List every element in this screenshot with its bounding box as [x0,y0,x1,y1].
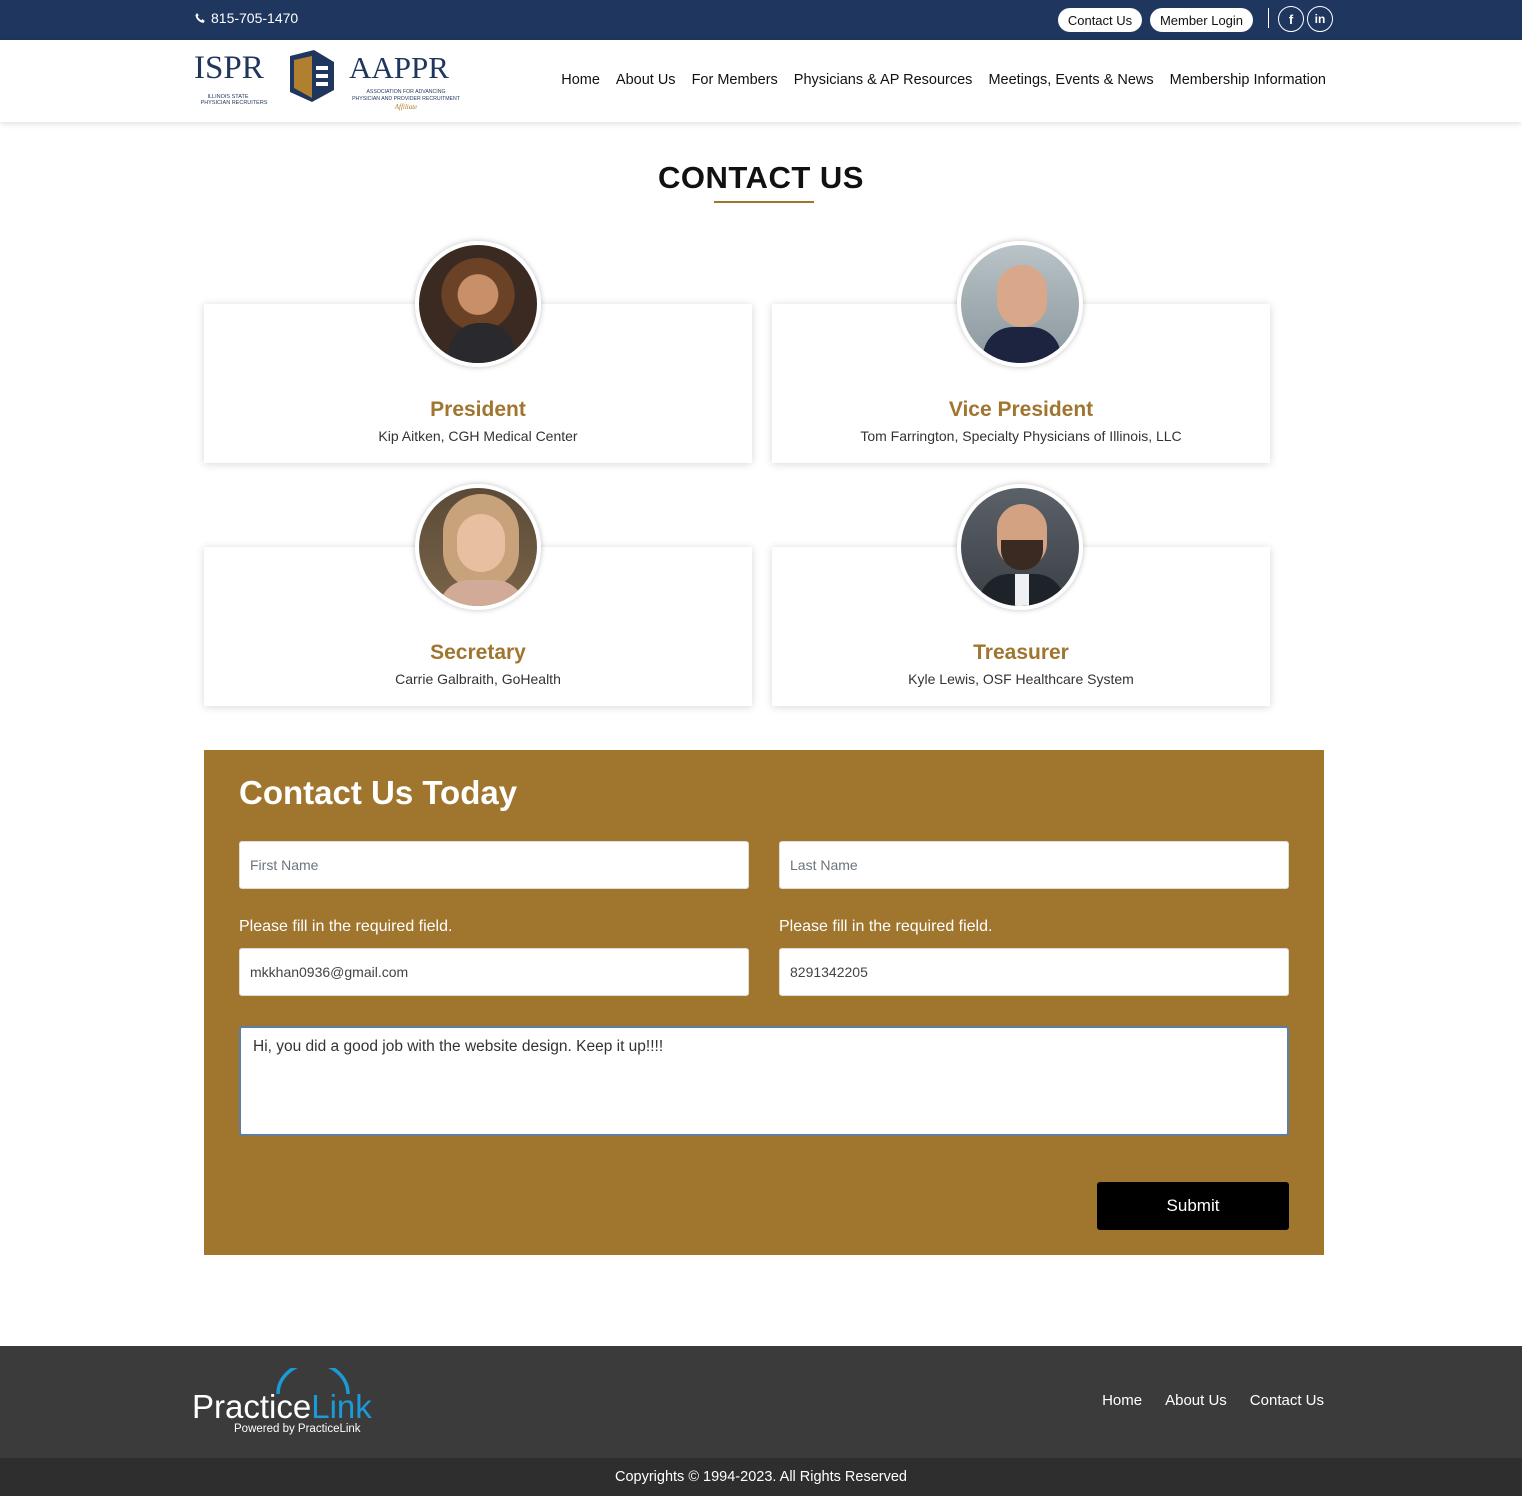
nav-home[interactable]: Home [561,72,600,88]
phone-field[interactable]: 8291342205 [779,948,1289,996]
linkedin-icon[interactable]: in [1307,6,1333,32]
email-value: mkkhan0936@gmail.com [250,964,409,980]
footer-nav: Home About Us Contact Us [1102,1392,1324,1409]
phone-number-text: 815-705-1470 [211,10,299,26]
officer-name: Kip Aitken, CGH Medical Center [378,428,578,444]
contact-us-button[interactable]: Contact Us [1058,8,1142,32]
logo-practice: PracticeLink [192,1388,372,1425]
officer-role: Vice President [948,398,1094,421]
nav-meetings-events-news[interactable]: Meetings, Events & News [988,72,1153,88]
logo-subtitle: Powered by PracticeLink [234,1423,361,1435]
footer-nav-about-us[interactable]: About Us [1165,1392,1227,1409]
nav-membership-information[interactable]: Membership Information [1170,72,1326,88]
logo-practice-part: Practice [192,1388,311,1425]
contact-form: Contact Us Today First Name Last Name Pl… [204,750,1324,1255]
nav-physicians-resources[interactable]: Physicians & AP Resources [794,72,973,88]
submit-button[interactable]: Submit [1097,1182,1289,1230]
first-name-placeholder: First Name [250,857,319,873]
first-name-field[interactable]: First Name [239,841,749,889]
avatar-treasurer [957,484,1083,610]
site-header: ISPR ILLINOIS STATE PHYSICIAN RECRUITERS… [0,40,1522,122]
officer-role: Treasurer [973,641,1069,664]
avatar-secretary [415,484,541,610]
nav-for-members[interactable]: For Members [692,72,778,88]
divider [1268,8,1269,28]
phone-value: 8291342205 [790,964,868,980]
officer-name: Tom Farrington, Specialty Physicians of … [860,428,1182,444]
main-nav: Home About Us For Members Physicians & A… [561,72,1326,88]
phone-number[interactable]: 815-705-1470 [194,10,298,26]
message-value: Hi, you did a good job with the website … [253,1038,664,1055]
page-title: CONTACT US [658,160,864,195]
logo-affiliate: Affiliate [394,103,418,111]
required-field-message: Please fill in the required field. [239,918,453,935]
practicelink-logo[interactable]: PracticeLink Powered by PracticeLink [192,1368,392,1436]
officer-name: Kyle Lewis, OSF Healthcare System [908,671,1134,687]
last-name-field[interactable]: Last Name [779,841,1289,889]
phone-icon [195,12,205,23]
top-bar: 815-705-1470 Contact Us Member Login f i… [0,0,1522,40]
message-textarea[interactable]: Hi, you did a good job with the website … [239,1026,1289,1136]
required-field-message: Please fill in the required field. [779,918,993,935]
officer-role: President [430,398,526,421]
logo-aappr-text: AAPPR [349,50,449,85]
logo-aappr-sub1: ASSOCIATION FOR ADVANCING [366,89,445,95]
logo-aappr-sub2: PHYSICIAN AND PROVIDER RECRUITMENT [352,96,461,102]
form-title: Contact Us Today [239,774,518,811]
title-underline [714,201,814,203]
footer-nav-contact-us[interactable]: Contact Us [1250,1392,1324,1409]
logo-ispr-sub2: PHYSICIAN RECRUITERS [201,100,268,106]
logo-emblem-stripe [316,82,328,86]
logo-ispr-text: ISPR [194,50,264,86]
logo-emblem-stripe [316,66,328,70]
last-name-placeholder: Last Name [790,857,858,873]
avatar-president [415,241,541,367]
avatar-vice-president [957,241,1083,367]
facebook-icon[interactable]: f [1278,6,1304,32]
officer-role: Secretary [430,641,526,664]
site-footer: PracticeLink Powered by PracticeLink Hom… [0,1346,1522,1458]
officer-name: Carrie Galbraith, GoHealth [395,671,561,687]
nav-about-us[interactable]: About Us [616,72,676,88]
ispr-aappr-logo[interactable]: ISPR ILLINOIS STATE PHYSICIAN RECRUITERS… [194,50,466,114]
email-field[interactable]: mkkhan0936@gmail.com [239,948,749,996]
logo-emblem-stripe [316,74,328,78]
copyright: Copyrights © 1994-2023. All Rights Reser… [0,1458,1522,1496]
logo-link-part: Link [311,1388,372,1425]
member-login-button[interactable]: Member Login [1150,8,1253,32]
footer-nav-home[interactable]: Home [1102,1392,1142,1409]
